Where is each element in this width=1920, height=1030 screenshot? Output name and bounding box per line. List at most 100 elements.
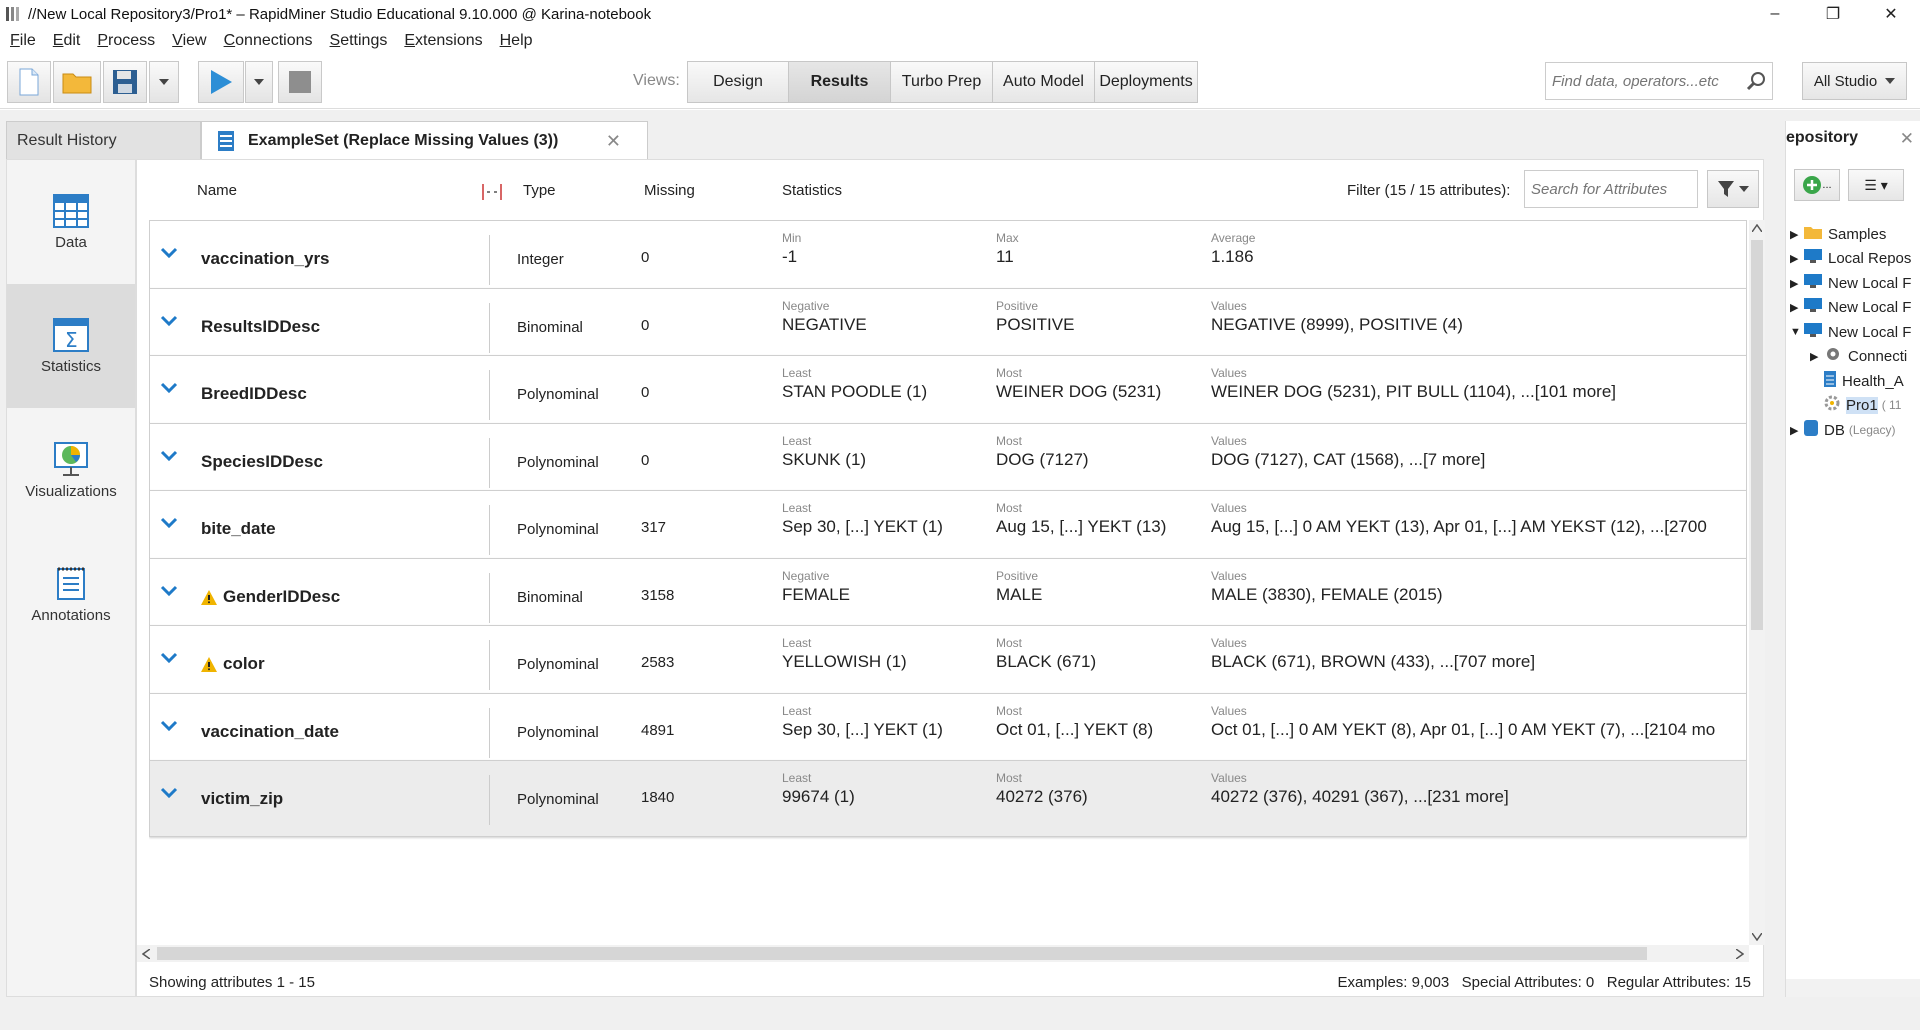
view-auto-model[interactable]: Auto Model <box>993 62 1095 102</box>
expand-arrow-icon[interactable]: ▶ <box>1790 252 1804 265</box>
run-dropdown-button[interactable] <box>245 61 273 103</box>
view-deployments[interactable]: Deployments <box>1095 62 1197 102</box>
attribute-row[interactable]: bite_date Polynominal 317 Least Sep 30, [...… <box>149 490 1747 567</box>
expand-chevron-icon[interactable] <box>160 247 178 259</box>
column-type-header[interactable]: Type <box>523 182 556 199</box>
expand-chevron-icon[interactable] <box>160 720 178 732</box>
examples-summary-text: Examples: 9,003 Special Attributes: 0 Re… <box>1337 974 1751 991</box>
view-design[interactable]: Design <box>688 62 789 102</box>
attribute-search-input[interactable] <box>1525 171 1695 207</box>
scroll-down-icon[interactable] <box>1752 933 1762 941</box>
new-process-button[interactable] <box>7 61 51 103</box>
menu-view[interactable]: View <box>162 32 213 50</box>
attribute-row[interactable]: vaccination_yrs Integer 0 Min -1 Max 11 Average… <box>149 220 1747 297</box>
minimize-button[interactable]: – <box>1746 0 1804 28</box>
expand-arrow-icon[interactable]: ▶ <box>1790 277 1804 290</box>
expand-chevron-icon[interactable] <box>160 382 178 394</box>
column-missing-header[interactable]: Missing <box>644 182 695 199</box>
view-turbo-prep[interactable]: Turbo Prep <box>891 62 993 102</box>
repository-horizontal-scrollbar[interactable] <box>1786 979 1920 997</box>
menu-edit[interactable]: Edit <box>43 32 88 50</box>
sidebar-item-data[interactable]: Data <box>7 160 135 284</box>
save-button[interactable] <box>103 61 147 103</box>
tree-item[interactable]: ▶ New Local F <box>1790 270 1911 296</box>
close-tab-icon[interactable]: ✕ <box>606 131 621 152</box>
menu-file[interactable]: File <box>0 32 43 50</box>
tree-item[interactable]: ▶ New Local F <box>1790 294 1911 320</box>
expand-chevron-icon[interactable] <box>160 652 178 664</box>
tree-item[interactable]: Health_A <box>1810 368 1904 394</box>
expand-chevron-icon[interactable] <box>160 315 178 327</box>
stat-label-1: Least <box>782 636 812 650</box>
repository-menu-button[interactable]: ☰ ▾ <box>1848 169 1904 201</box>
horizontal-scrollbar[interactable] <box>137 945 1749 962</box>
menu-connections[interactable]: Connections <box>214 32 320 50</box>
stat-label-1: Negative <box>782 299 830 313</box>
attribute-row[interactable]: BreedIDDesc Polynominal 0 Least STAN POODLE … <box>149 355 1747 432</box>
tree-item[interactable]: ▶ DB (Legacy) <box>1790 417 1896 443</box>
sidebar-item-statistics[interactable]: Σ Statistics <box>7 284 135 408</box>
vertical-scroll-thumb[interactable] <box>1751 240 1763 630</box>
column-name-header[interactable]: Name <box>197 182 237 199</box>
statistics-panel: Name Type Missing Statistics Filter (15 … <box>136 159 1765 997</box>
tree-item[interactable]: ▶ Connecti <box>1810 343 1907 369</box>
expand-arrow-icon[interactable]: ▶ <box>1810 350 1824 363</box>
repository-icon <box>1804 274 1822 292</box>
stat-value-1: FEMALE <box>782 585 851 604</box>
column-divider <box>489 438 490 488</box>
maximize-button[interactable]: ❐ <box>1804 0 1862 28</box>
sidebar-item-visualizations[interactable]: Visualizations <box>7 408 135 532</box>
menu-process[interactable]: Process <box>87 32 162 50</box>
search-icon[interactable] <box>1746 71 1766 91</box>
tree-item[interactable]: ▼ New Local F <box>1790 319 1911 345</box>
stat-value-1: NEGATIVE <box>782 315 867 334</box>
expand-chevron-icon[interactable] <box>160 787 178 799</box>
scroll-up-icon[interactable] <box>1752 224 1762 232</box>
save-dropdown-button[interactable] <box>149 61 179 103</box>
collapse-arrow-icon[interactable]: ▼ <box>1790 326 1804 338</box>
sidebar-item-annotations[interactable]: Annotations <box>7 532 135 656</box>
expand-chevron-icon[interactable] <box>160 450 178 462</box>
attribute-row[interactable]: vaccination_date Polynominal 4891 Least Sep … <box>149 693 1747 770</box>
tab-result-history[interactable]: Result History <box>6 121 201 159</box>
stat-value-3: DOG (7127), CAT (1568), ...[7 more] <box>1211 450 1486 469</box>
vertical-scrollbar[interactable] <box>1749 220 1765 945</box>
stat-label-2: Most <box>996 501 1023 515</box>
menu-settings[interactable]: Settings <box>320 32 395 50</box>
close-panel-icon[interactable]: ✕ <box>1900 129 1914 149</box>
filter-dropdown-button[interactable] <box>1707 170 1759 208</box>
open-process-button[interactable] <box>53 61 101 103</box>
menu-help[interactable]: Help <box>490 32 540 50</box>
scroll-right-icon[interactable] <box>1736 949 1744 959</box>
expand-arrow-icon[interactable]: ▶ <box>1790 424 1804 437</box>
menu-extensions[interactable]: Extensions <box>394 32 489 50</box>
stop-button[interactable] <box>278 61 322 103</box>
expand-chevron-icon[interactable] <box>160 585 178 597</box>
attribute-row[interactable]: GenderIDDesc Binominal 3158 Negative FEMALE P… <box>149 558 1747 635</box>
run-button[interactable] <box>198 61 244 103</box>
tree-item-label: New Local F <box>1828 274 1912 292</box>
column-statistics-header[interactable]: Statistics <box>782 182 842 199</box>
repository-icon <box>1804 323 1822 341</box>
tree-item[interactable]: ▶ Local Repos <box>1790 245 1911 271</box>
attribute-row[interactable]: SpeciesIDDesc Polynominal 0 Least SKUNK (1) M… <box>149 423 1747 500</box>
tree-item[interactable]: ▶ Samples <box>1790 221 1886 247</box>
close-window-button[interactable]: ✕ <box>1862 0 1920 28</box>
tab-exampleset[interactable]: ExampleSet (Replace Missing Values (3)) … <box>201 121 648 159</box>
attribute-row[interactable]: ResultsIDDesc Binominal 0 Negative NEGATIVE P… <box>149 288 1747 365</box>
view-results[interactable]: Results <box>789 62 891 102</box>
column-resize-icon[interactable] <box>481 184 503 200</box>
warning-icon <box>201 589 217 605</box>
horizontal-scroll-thumb[interactable] <box>157 947 1647 960</box>
tree-item[interactable]: Pro1( 11 <box>1810 392 1901 418</box>
expand-arrow-icon[interactable]: ▶ <box>1790 228 1804 241</box>
global-search-input[interactable] <box>1546 63 1736 99</box>
scroll-left-icon[interactable] <box>142 949 150 959</box>
open-folder-icon <box>62 73 92 94</box>
attribute-row[interactable]: victim_zip Polynominal 1840 Least 99674 (1) M… <box>149 760 1747 837</box>
add-data-button[interactable]: ... <box>1794 169 1840 201</box>
expand-chevron-icon[interactable] <box>160 517 178 529</box>
expand-arrow-icon[interactable]: ▶ <box>1790 301 1804 314</box>
attribute-row[interactable]: color Polynominal 2583 Least YELLOWISH (1) Mo… <box>149 625 1747 702</box>
search-scope-dropdown[interactable]: All Studio <box>1802 62 1907 100</box>
